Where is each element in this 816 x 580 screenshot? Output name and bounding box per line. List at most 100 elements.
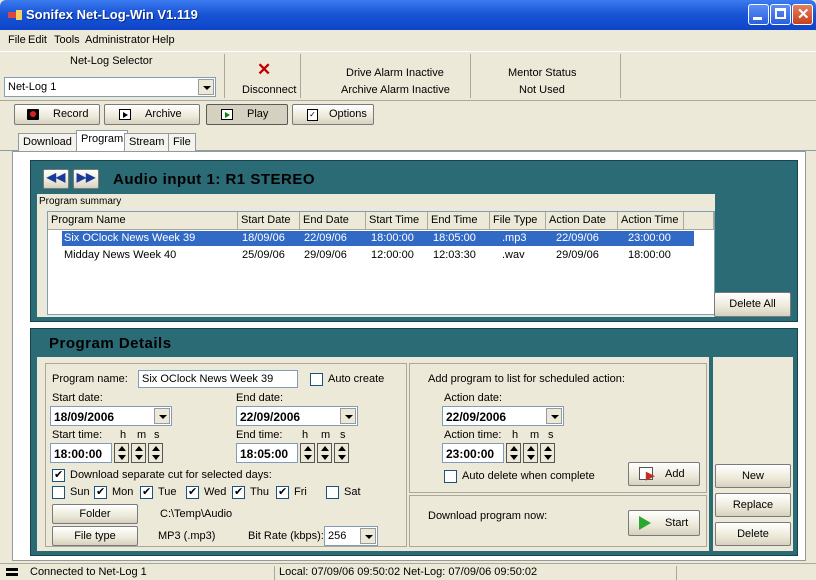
auto-delete-checkbox[interactable] <box>444 470 457 483</box>
column-header[interactable]: Program Name <box>48 212 238 230</box>
end-minute-spinner[interactable] <box>317 443 332 463</box>
column-header[interactable]: End Date <box>300 212 366 230</box>
chevron-down-icon[interactable] <box>154 408 170 424</box>
column-header[interactable]: Action Date <box>546 212 618 230</box>
folder-button[interactable]: Folder <box>52 504 138 524</box>
end-second-spinner[interactable] <box>334 443 349 463</box>
divider <box>470 54 471 98</box>
delete-all-button[interactable]: Delete All <box>714 292 791 317</box>
start-time-field[interactable]: 18:00:00 <box>50 443 112 463</box>
netlog-selector-label: Net-Log Selector <box>70 55 153 67</box>
archive-button[interactable]: Archive <box>104 104 200 125</box>
program-summary-label: Program summary <box>39 196 122 207</box>
table-cell: 22/09/06 <box>304 232 347 244</box>
start-button[interactable]: Start <box>628 510 700 536</box>
chevron-down-icon[interactable] <box>198 79 214 95</box>
rewind-icon: ◀◀ <box>46 170 66 184</box>
play-label: Play <box>247 108 269 120</box>
maximize-button[interactable] <box>770 4 791 25</box>
action-h-label: h <box>512 429 519 441</box>
action-minute-spinner[interactable] <box>523 443 538 463</box>
tab-stream[interactable]: Stream <box>124 133 170 151</box>
delete-button[interactable]: Delete <box>715 522 791 546</box>
action-s-label: s <box>548 429 554 441</box>
program-summary-table[interactable]: Program Name Start Date End Date Start T… <box>47 211 715 315</box>
bitrate-select[interactable]: 256 <box>324 526 378 546</box>
end-time-field[interactable]: 18:05:00 <box>236 443 298 463</box>
action-time-field[interactable]: 23:00:00 <box>442 443 504 463</box>
auto-create-checkbox[interactable] <box>310 373 323 386</box>
start-date-picker[interactable]: 18/09/2006 <box>50 406 172 426</box>
tab-file[interactable]: File <box>168 133 196 151</box>
tab-download[interactable]: Download <box>18 133 77 151</box>
netlog-selector-value: Net-Log 1 <box>8 81 57 93</box>
chevron-down-icon[interactable] <box>360 528 376 544</box>
day-fri-label: Fri <box>294 486 307 498</box>
table-cell: Six OClock News Week 39 <box>64 232 196 244</box>
close-button[interactable]: ✕ <box>792 4 813 25</box>
column-header[interactable]: File Type <box>490 212 546 230</box>
day-mon-checkbox[interactable] <box>94 485 107 499</box>
table-cell: 18:05:00 <box>433 232 476 244</box>
column-header[interactable]: End Time <box>428 212 490 230</box>
download-now-group: Download program now: Start <box>409 495 707 547</box>
options-button[interactable]: ✓ Options <box>292 104 374 125</box>
end-s-label: s <box>340 429 346 441</box>
menu-tools[interactable]: Tools <box>54 34 80 46</box>
day-fri-checkbox[interactable] <box>276 485 289 499</box>
start-minute-spinner[interactable] <box>131 443 146 463</box>
column-header[interactable]: Start Date <box>238 212 300 230</box>
chevron-down-icon[interactable] <box>340 408 356 424</box>
record-button[interactable]: Record <box>14 104 100 125</box>
program-name-field[interactable]: Six OClock News Week 39 <box>138 370 298 388</box>
day-tue-checkbox[interactable] <box>140 485 153 499</box>
replace-button[interactable]: Replace <box>715 493 791 517</box>
end-time-value: 18:05:00 <box>240 447 289 461</box>
end-date-picker[interactable]: 22/09/2006 <box>236 406 358 426</box>
menu-help[interactable]: Help <box>152 34 175 46</box>
chevron-down-icon[interactable] <box>546 408 562 424</box>
end-m-label: m <box>321 429 331 441</box>
action-time-label: Action time: <box>444 429 502 441</box>
action-second-spinner[interactable] <box>540 443 555 463</box>
file-type-button[interactable]: File type <box>52 526 138 546</box>
disconnect-button[interactable]: Disconnect <box>242 84 296 96</box>
menu-bar: File Edit Tools Administrator Help <box>0 30 816 50</box>
action-hour-spinner[interactable] <box>506 443 521 463</box>
column-header[interactable]: Start Time <box>366 212 428 230</box>
next-input-button[interactable]: ▶▶ <box>73 169 99 189</box>
action-date-picker[interactable]: 22/09/2006 <box>442 406 564 426</box>
disconnect-icon[interactable]: ✕ <box>257 60 271 80</box>
day-sat-label: Sat <box>344 486 361 498</box>
new-button[interactable]: New <box>715 464 791 488</box>
download-now-label: Download program now: <box>428 510 548 522</box>
program-summary-panel: ◀◀ ▶▶ Audio input 1: R1 STEREO Program s… <box>30 160 798 322</box>
day-sat-checkbox[interactable] <box>326 486 339 499</box>
table-cell: 18:00:00 <box>628 249 671 261</box>
auto-create-label: Auto create <box>328 373 385 385</box>
start-second-spinner[interactable] <box>148 443 163 463</box>
end-hour-spinner[interactable] <box>300 443 315 463</box>
table-cell: 25/09/06 <box>242 249 285 261</box>
menu-administrator[interactable]: Administrator <box>85 34 150 46</box>
action-date-value: 22/09/2006 <box>446 410 507 424</box>
start-hour-spinner[interactable] <box>114 443 129 463</box>
add-button[interactable]: ▶ Add <box>628 462 700 486</box>
day-sun-checkbox[interactable] <box>52 486 65 499</box>
tab-program[interactable]: Program <box>76 130 129 151</box>
connection-icon <box>6 568 18 571</box>
options-label: Options <box>329 108 367 120</box>
day-wed-checkbox[interactable] <box>186 485 199 499</box>
menu-edit[interactable]: Edit <box>28 34 47 46</box>
minimize-button[interactable] <box>748 4 769 25</box>
play-button[interactable]: Play <box>206 104 288 125</box>
column-header[interactable]: Action Time <box>618 212 684 230</box>
separate-cut-checkbox[interactable] <box>52 468 65 482</box>
bitrate-label: Bit Rate (kbps): <box>248 530 324 542</box>
day-mon-label: Mon <box>112 486 134 498</box>
app-icon <box>8 10 22 20</box>
day-thu-checkbox[interactable] <box>232 485 245 499</box>
netlog-selector[interactable]: Net-Log 1 <box>4 77 216 97</box>
menu-file[interactable]: File <box>8 34 26 46</box>
previous-input-button[interactable]: ◀◀ <box>43 169 69 189</box>
